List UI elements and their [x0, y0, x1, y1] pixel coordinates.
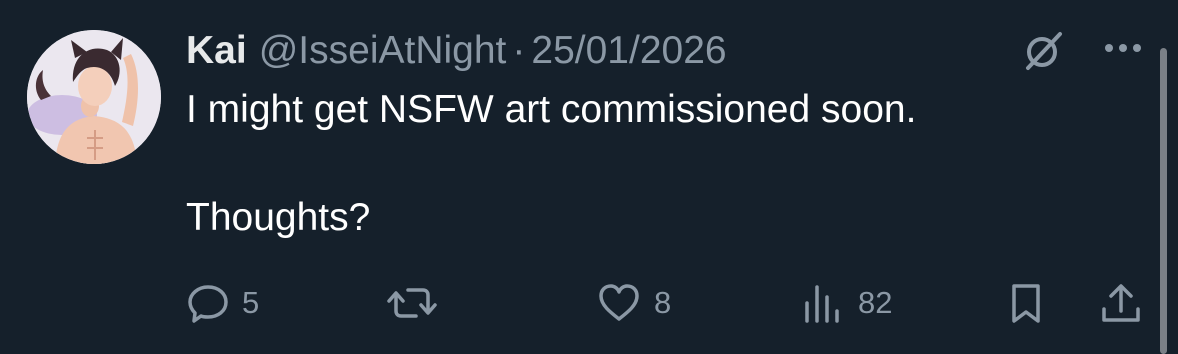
bookmark-button[interactable]	[1004, 276, 1048, 330]
views-button[interactable]: 82	[800, 276, 892, 330]
views-icon	[800, 281, 846, 325]
author-name[interactable]: Kai	[186, 26, 247, 76]
reply-icon	[186, 281, 230, 325]
retweet-button[interactable]	[386, 276, 438, 330]
tweet-header: Kai @IsseiAtNight · 25/01/2026	[186, 26, 727, 76]
avatar[interactable]	[27, 30, 161, 164]
tweet-date[interactable]: 25/01/2026	[531, 26, 726, 76]
share-icon	[1098, 281, 1144, 325]
like-button[interactable]: 8	[596, 276, 671, 330]
like-count: 8	[654, 285, 672, 320]
bookmark-icon	[1004, 281, 1048, 325]
more-icon[interactable]	[1098, 28, 1148, 68]
retweet-icon	[386, 281, 438, 325]
tweet-text-line: I might get NSFW art commissioned soon.	[186, 88, 917, 131]
heart-icon	[596, 281, 642, 325]
views-count: 82	[858, 285, 893, 320]
reply-count: 5	[242, 285, 260, 320]
action-bar: 5 8 82	[0, 276, 1178, 330]
reply-button[interactable]: 5	[186, 276, 259, 330]
scrollbar[interactable]	[1160, 48, 1167, 354]
author-handle[interactable]: @IsseiAtNight	[259, 26, 507, 76]
tweet-text: I might get NSFW art commissioned soon. …	[186, 86, 1086, 242]
separator-dot: ·	[512, 29, 526, 72]
grok-icon[interactable]	[1020, 28, 1066, 74]
tweet-card[interactable]: Kai @IsseiAtNight · 25/01/2026 I might g…	[0, 0, 1178, 354]
tweet-text-line: Thoughts?	[186, 196, 371, 239]
share-button[interactable]	[1098, 276, 1144, 330]
